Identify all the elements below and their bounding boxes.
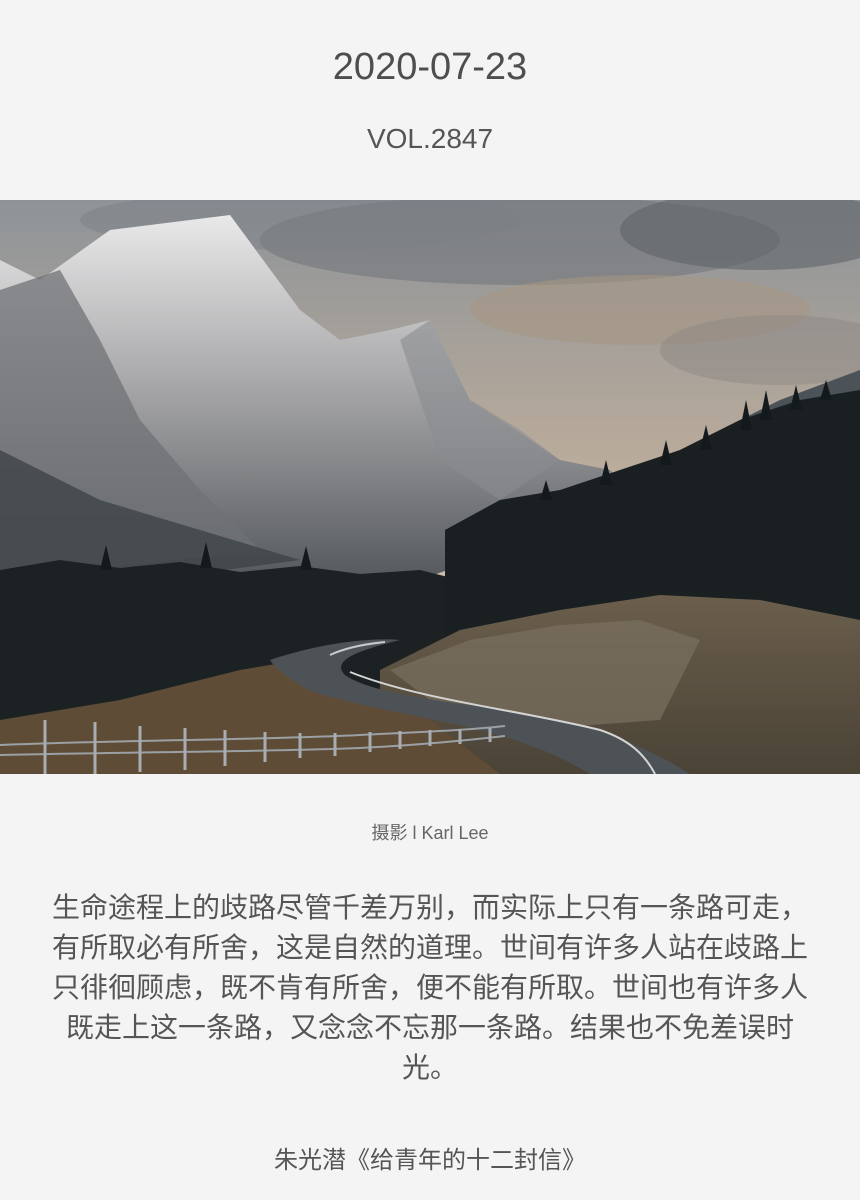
volume-number: VOL.2847: [366, 123, 494, 154]
issue-date: 2020-07-23: [332, 46, 528, 88]
quote-text: 生命途程上的歧路尽管千差万别，而实际上只有一条路可走，有所取必有所舍，这是自然的…: [51, 891, 808, 1084]
quote-source: 朱光潜《给青年的十二封信》: [274, 1146, 586, 1174]
photo-credit: 摄影 l Karl Lee: [371, 823, 489, 843]
cover-photo: [0, 200, 860, 774]
